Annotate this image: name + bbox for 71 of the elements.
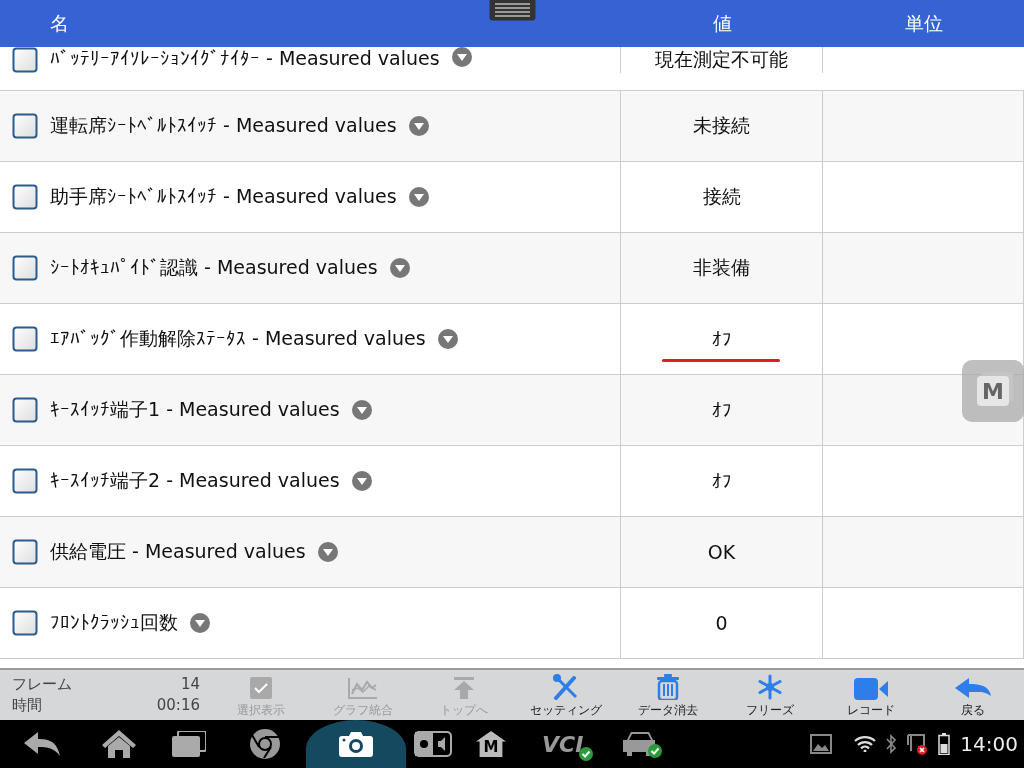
checkbox[interactable]	[12, 255, 38, 281]
toolbar-button[interactable]: セッティング	[515, 671, 617, 719]
checkbox[interactable]	[12, 47, 38, 73]
column-header: 名	[50, 10, 69, 36]
dropdown-icon[interactable]	[408, 116, 429, 136]
parameter-name: ﾌﾛﾝﾄｸﾗｯｼｭ回数	[50, 610, 178, 635]
home-m-icon[interactable]: M	[476, 731, 506, 757]
image-icon	[810, 734, 833, 754]
dropdown-icon[interactable]	[190, 613, 210, 633]
column-header: 値	[712, 10, 732, 36]
parameter-name: 助手席ｼｰﾄﾍﾞﾙﾄｽｲｯﾁ - Measured values	[50, 184, 397, 209]
parameter-name: ｼｰﾄｵｷｭﾊﾟｲﾄﾞ認識 - Measured values	[50, 255, 378, 280]
back-icon[interactable]	[24, 732, 60, 756]
frame-label: フレーム	[12, 675, 73, 694]
checkbox[interactable]	[12, 184, 38, 210]
toolbar-button[interactable]: フリーズ	[718, 671, 821, 719]
dropdown-icon[interactable]	[351, 471, 372, 491]
parameter-name: 供給電圧 - Measured values	[50, 539, 306, 564]
value-text: 非装備	[693, 255, 750, 280]
frame-count: 14	[179, 675, 200, 694]
dropdown-icon[interactable]	[408, 187, 429, 207]
value-text: ｵﾌ	[711, 399, 732, 421]
value-text: OK	[707, 541, 736, 563]
floating-button[interactable]: M	[962, 360, 1024, 422]
dropdown-icon[interactable]	[389, 258, 410, 278]
parameter-name: ｷｰｽｲｯﾁ端子2 - Measured values	[50, 468, 340, 493]
home-icon[interactable]	[102, 730, 136, 758]
dropdown-icon[interactable]	[351, 400, 372, 420]
toolbar-button[interactable]: データ消去	[617, 671, 719, 719]
value-text: 現在測定不可能	[655, 47, 788, 72]
snowflake-icon	[756, 674, 783, 700]
clock-time: 14:00	[960, 732, 1018, 756]
wifi-icon	[854, 736, 877, 752]
value-text: ｵﾌ	[711, 470, 732, 492]
battery-icon	[938, 733, 951, 755]
checkbox[interactable]	[12, 326, 38, 352]
chart-icon	[346, 676, 379, 700]
toolbar-button[interactable]: 戻る	[922, 671, 1024, 719]
column-header: 単位	[904, 10, 943, 36]
parameter-name: ｴｱﾊﾞｯｸﾞ作動解除ｽﾃｰﾀｽ - Measured values	[50, 326, 426, 351]
checkbox[interactable]	[12, 610, 38, 636]
toolbar-button[interactable]: レコード	[820, 671, 923, 719]
dropdown-icon[interactable]	[437, 329, 458, 349]
browser-icon[interactable]	[250, 729, 280, 759]
checkbox[interactable]	[12, 113, 38, 139]
parameter-name: ﾊﾞｯﾃﾘｰｱｲｿﾚｰｼｮﾝｲｸﾞﾅｲﾀｰ - Measured values	[50, 47, 440, 69]
time-value: 00:16	[156, 696, 200, 715]
trash-icon	[656, 674, 679, 700]
bluetooth-icon	[886, 734, 897, 754]
recent-apps-icon[interactable]	[172, 731, 206, 757]
checkbox-icon	[248, 676, 273, 700]
network-error-icon	[906, 733, 929, 755]
dropdown-icon[interactable]	[317, 542, 338, 562]
value-text: 未接続	[693, 113, 750, 138]
parameter-name: 運転席ｼｰﾄﾍﾞﾙﾄｽｲｯﾁ - Measured values	[50, 113, 397, 138]
parameter-name: ｷｰｽｲｯﾁ端子1 - Measured values	[50, 397, 340, 422]
value-text: ｵﾌ	[711, 328, 732, 350]
value-text: 接続	[702, 184, 741, 209]
arrow-up-icon	[453, 676, 476, 700]
checkbox[interactable]	[12, 468, 38, 494]
brightness-volume-icon[interactable]	[414, 731, 452, 757]
checkbox[interactable]	[12, 539, 38, 565]
camera-icon[interactable]	[339, 731, 373, 757]
dropdown-icon[interactable]	[451, 47, 472, 67]
value-text: 0	[715, 612, 728, 634]
checkbox[interactable]	[12, 397, 38, 423]
time-label: 時間	[12, 696, 43, 715]
car-status-icon[interactable]	[621, 730, 664, 758]
drag-handle-icon[interactable]	[489, 0, 536, 21]
back-arrow-icon	[955, 678, 992, 700]
video-camera-icon	[854, 678, 889, 700]
